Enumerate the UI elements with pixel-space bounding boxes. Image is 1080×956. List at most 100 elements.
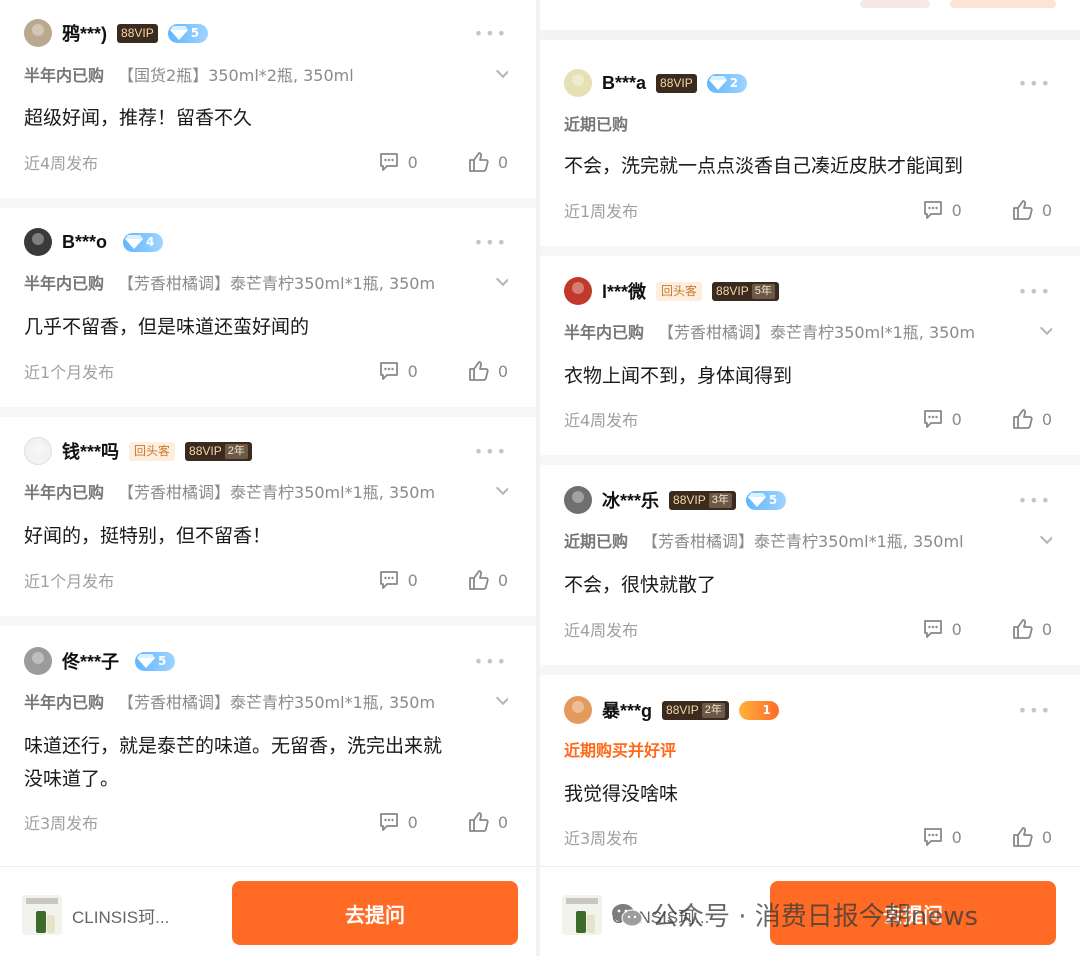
- review-header: 暴***g 88VIP 2年 1 •••: [564, 695, 1052, 725]
- purchase-info[interactable]: 半年内已购 【国货2瓶】350ml*2瓶, 350ml: [24, 62, 508, 86]
- vip-badge: 88VIP 5年: [712, 281, 779, 301]
- like-count: 0: [1041, 827, 1052, 847]
- review-text-line: 不会，洗完就一点点淡香自己凑近皮肤才能闻到: [564, 155, 964, 177]
- crown-level: 1: [762, 703, 771, 717]
- diamond-badge: 2: [706, 73, 747, 93]
- username[interactable]: 鸦***): [62, 20, 107, 46]
- sku-label: 【芳香柑橘调】泰芒青柠350ml*1瓶, 350m: [658, 323, 976, 342]
- purchase-info[interactable]: 半年内已购 【芳香柑橘调】泰芒青柠350ml*1瓶, 350m: [24, 479, 508, 503]
- comment-button[interactable]: 0: [378, 569, 418, 591]
- review-text-line: 我觉得没啥味: [564, 783, 679, 805]
- purchase-info[interactable]: 近期已购: [564, 111, 1052, 135]
- like-button[interactable]: 0: [1012, 408, 1052, 430]
- like-button[interactable]: 0: [468, 811, 508, 833]
- review-footer: 近1个月发布 0 0: [24, 568, 508, 592]
- post-time: 近1个月发布: [24, 363, 115, 382]
- review-footer: 近3周发布 0 0: [564, 825, 1052, 849]
- review-text-line: 好闻的，挺特别，但不留香！: [24, 525, 272, 547]
- review-counters: 0 0: [328, 151, 508, 173]
- purchase-info[interactable]: 半年内已购 【芳香柑橘调】泰芒青柠350ml*1瓶, 350m: [24, 270, 508, 294]
- chevron-down-icon[interactable]: [495, 690, 508, 706]
- comment-button[interactable]: 0: [922, 618, 962, 640]
- thumbs-up-icon: [468, 570, 489, 590]
- chevron-down-icon[interactable]: [1039, 529, 1052, 545]
- avatar[interactable]: [24, 647, 52, 675]
- thumbs-up-icon: [1012, 200, 1033, 220]
- diamond-badge: 4: [123, 232, 164, 252]
- post-time: 近4周发布: [564, 411, 639, 430]
- diamond-level: 5: [190, 26, 200, 40]
- comment-button[interactable]: 0: [378, 360, 418, 382]
- product-thumbnail[interactable]: [22, 895, 62, 935]
- comment-button[interactable]: 0: [378, 151, 418, 173]
- like-button[interactable]: 0: [1012, 826, 1052, 848]
- diamond-badge: 5: [135, 651, 176, 671]
- comment-button[interactable]: 0: [922, 826, 962, 848]
- like-button[interactable]: 0: [468, 151, 508, 173]
- like-button[interactable]: 0: [1012, 199, 1052, 221]
- avatar[interactable]: [24, 19, 52, 47]
- username[interactable]: 钱***吗: [62, 438, 119, 464]
- review-footer: 近1个月发布 0 0: [24, 359, 508, 383]
- username[interactable]: B***o: [62, 232, 107, 253]
- like-count: 0: [1041, 200, 1052, 220]
- vip-badge: 88VIP 3年: [669, 490, 736, 510]
- avatar[interactable]: [24, 437, 52, 465]
- ask-question-button[interactable]: 去提问: [232, 881, 518, 945]
- avatar[interactable]: [24, 228, 52, 256]
- divider: [0, 198, 536, 208]
- like-button[interactable]: 0: [468, 360, 508, 382]
- more-options-icon[interactable]: •••: [474, 442, 508, 461]
- diamond-level: 5: [768, 493, 778, 507]
- review-text-line: 味道还行，就是泰芒的味道。无留香，洗完出来就: [24, 735, 443, 757]
- like-count: 0: [1041, 619, 1052, 639]
- comment-button[interactable]: 0: [378, 811, 418, 833]
- vip-badge: 88VIP: [117, 23, 158, 43]
- vip-badge: 88VIP 2年: [185, 441, 252, 461]
- chevron-down-icon[interactable]: [1039, 320, 1052, 336]
- post-time: 近4周发布: [24, 154, 99, 173]
- username[interactable]: 冰***乐: [602, 487, 659, 513]
- comment-icon: [379, 813, 398, 831]
- bottom-action-bar: CLINSIS珂... 去提问: [0, 866, 536, 956]
- comment-icon: [923, 201, 942, 219]
- more-options-icon[interactable]: •••: [1018, 74, 1052, 93]
- comment-button[interactable]: 0: [922, 199, 962, 221]
- vip-label: 88VIP: [716, 283, 749, 298]
- comment-button[interactable]: 0: [922, 408, 962, 430]
- username[interactable]: 暴***g: [602, 697, 652, 723]
- sku-label: 【芳香柑橘调】泰芒青柠350ml*1瓶, 350m: [118, 693, 436, 712]
- more-options-icon[interactable]: •••: [474, 233, 508, 252]
- more-options-icon[interactable]: •••: [1018, 491, 1052, 510]
- chevron-down-icon[interactable]: [495, 271, 508, 287]
- review-header: 佟***子 5 •••: [24, 646, 508, 676]
- avatar[interactable]: [564, 486, 592, 514]
- diamond-badge: 5: [745, 490, 786, 510]
- vip-years: 3年: [708, 492, 732, 508]
- like-count: 0: [497, 570, 508, 590]
- more-options-icon[interactable]: •••: [1018, 282, 1052, 301]
- purchase-time: 近期购买并好评: [564, 741, 677, 760]
- product-thumbnail[interactable]: [562, 895, 602, 935]
- comment-icon: [379, 153, 398, 171]
- purchase-info[interactable]: 近期已购 【芳香柑橘调】泰芒青柠350ml*1瓶, 350ml: [564, 528, 1052, 552]
- review-counters: 0 0: [328, 569, 508, 591]
- username[interactable]: l***微: [602, 278, 646, 304]
- more-options-icon[interactable]: •••: [474, 652, 508, 671]
- chevron-down-icon[interactable]: [495, 480, 508, 496]
- more-options-icon[interactable]: •••: [474, 24, 508, 43]
- thumbs-up-icon: [468, 361, 489, 381]
- username[interactable]: 佟***子: [62, 648, 119, 674]
- avatar[interactable]: [564, 696, 592, 724]
- purchase-info[interactable]: 近期购买并好评: [564, 737, 1052, 761]
- purchase-info[interactable]: 半年内已购 【芳香柑橘调】泰芒青柠350ml*1瓶, 350m: [564, 319, 1052, 343]
- avatar[interactable]: [564, 277, 592, 305]
- more-options-icon[interactable]: •••: [1018, 701, 1052, 720]
- product-name[interactable]: CLINSIS珂...: [72, 903, 169, 928]
- purchase-info[interactable]: 半年内已购 【芳香柑橘调】泰芒青柠350ml*1瓶, 350m: [24, 689, 508, 713]
- avatar[interactable]: [564, 69, 592, 97]
- like-button[interactable]: 0: [1012, 618, 1052, 640]
- username[interactable]: B***a: [602, 73, 646, 94]
- chevron-down-icon[interactable]: [495, 63, 508, 79]
- like-button[interactable]: 0: [468, 569, 508, 591]
